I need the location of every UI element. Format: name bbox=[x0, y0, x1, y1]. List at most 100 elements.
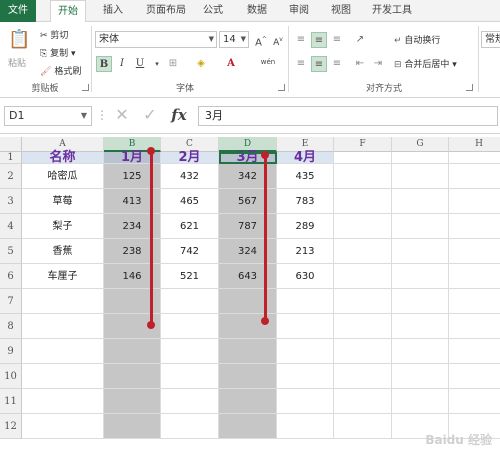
cell-e6[interactable]: 630 bbox=[277, 264, 334, 289]
font-launcher-icon[interactable] bbox=[278, 84, 285, 91]
cell-e4[interactable]: 289 bbox=[277, 214, 334, 239]
cell-e3[interactable]: 783 bbox=[277, 189, 334, 214]
cell-f3[interactable] bbox=[334, 189, 392, 214]
format-painter-button[interactable]: 🖌 格式刷 bbox=[40, 64, 81, 77]
cell-h4[interactable] bbox=[449, 214, 500, 239]
cell-c11[interactable] bbox=[161, 389, 219, 414]
align-top-icon[interactable]: ≡ bbox=[293, 32, 309, 48]
cell-a3[interactable]: 草莓 bbox=[22, 189, 104, 214]
number-format-select[interactable]: 常规 bbox=[481, 31, 500, 48]
cell-e12[interactable] bbox=[277, 414, 334, 439]
cell-f1[interactable] bbox=[334, 152, 392, 164]
cell-f11[interactable] bbox=[334, 389, 392, 414]
cell-e11[interactable] bbox=[277, 389, 334, 414]
cell-g10[interactable] bbox=[392, 364, 449, 389]
formula-input[interactable]: 3月 bbox=[198, 106, 498, 126]
italic-button[interactable]: I bbox=[114, 56, 130, 72]
cell-e2[interactable]: 435 bbox=[277, 164, 334, 189]
tab-home[interactable]: 开始 bbox=[50, 0, 86, 23]
cell-a8[interactable] bbox=[22, 314, 104, 339]
tab-view[interactable]: 视图 bbox=[324, 0, 358, 22]
increase-indent-icon[interactable]: ⇥ bbox=[370, 56, 386, 72]
font-size-select[interactable]: 14 ▼ bbox=[219, 31, 249, 48]
cell-g4[interactable] bbox=[392, 214, 449, 239]
cell-f5[interactable] bbox=[334, 239, 392, 264]
enter-icon[interactable]: ✓ bbox=[138, 104, 162, 126]
cell-a10[interactable] bbox=[22, 364, 104, 389]
cell-h7[interactable] bbox=[449, 289, 500, 314]
wrap-text-button[interactable]: ↵ 自动换行 bbox=[394, 33, 440, 46]
cell-e1[interactable]: 4月 bbox=[277, 151, 334, 164]
cell-g6[interactable] bbox=[392, 264, 449, 289]
paste-icon[interactable]: 📋 bbox=[8, 28, 30, 52]
cell-d3[interactable]: 567 bbox=[219, 189, 277, 214]
row-header-12[interactable]: 12 bbox=[0, 414, 22, 439]
row-header-11[interactable]: 11 bbox=[0, 389, 22, 414]
cell-h11[interactable] bbox=[449, 389, 500, 414]
cell-c6[interactable]: 521 bbox=[161, 264, 219, 289]
row-header-4[interactable]: 4 bbox=[0, 214, 22, 239]
tab-developer[interactable]: 开发工具 bbox=[366, 0, 418, 22]
grow-font-icon[interactable]: A^ bbox=[253, 32, 269, 48]
cell-h9[interactable] bbox=[449, 339, 500, 364]
cell-a12[interactable] bbox=[22, 414, 104, 439]
row-header-5[interactable]: 5 bbox=[0, 239, 22, 264]
worksheet-grid[interactable]: ABCDEFGH 1 2 3 4 5 6 7 8 9 10 11 12 名称 1月 2月 3月 4月 哈密瓜 12… bbox=[0, 137, 500, 454]
cell-f4[interactable] bbox=[334, 214, 392, 239]
cell-f9[interactable] bbox=[334, 339, 392, 364]
cell-c1[interactable]: 2月 bbox=[161, 151, 219, 164]
cancel-icon[interactable]: ✕ bbox=[110, 104, 134, 126]
cell-g7[interactable] bbox=[392, 289, 449, 314]
column-header-f[interactable]: F bbox=[334, 137, 392, 152]
cell-a9[interactable] bbox=[22, 339, 104, 364]
cell-a6[interactable]: 车厘子 bbox=[22, 264, 104, 289]
tab-formulas[interactable]: 公式 bbox=[196, 0, 230, 22]
cell-f6[interactable] bbox=[334, 264, 392, 289]
cell-f10[interactable] bbox=[334, 364, 392, 389]
cell-a7[interactable] bbox=[22, 289, 104, 314]
cell-c9[interactable] bbox=[161, 339, 219, 364]
tab-review[interactable]: 审阅 bbox=[282, 0, 316, 22]
cell-c2[interactable]: 432 bbox=[161, 164, 219, 189]
cell-g2[interactable] bbox=[392, 164, 449, 189]
row-header-10[interactable]: 10 bbox=[0, 364, 22, 389]
cell-b12[interactable] bbox=[104, 414, 161, 439]
cell-e8[interactable] bbox=[277, 314, 334, 339]
cell-d9[interactable] bbox=[219, 339, 277, 364]
font-name-select[interactable]: 宋体 ▼ bbox=[95, 31, 217, 48]
cell-h8[interactable] bbox=[449, 314, 500, 339]
cell-d7[interactable] bbox=[219, 289, 277, 314]
phonetic-button[interactable]: wén bbox=[257, 54, 279, 70]
cell-d5[interactable]: 324 bbox=[219, 239, 277, 264]
cell-b10[interactable] bbox=[104, 364, 161, 389]
tab-page-layout[interactable]: 页面布局 bbox=[138, 0, 194, 22]
shrink-font-icon[interactable]: Av bbox=[270, 32, 286, 48]
cell-f12[interactable] bbox=[334, 414, 392, 439]
cell-a4[interactable]: 梨子 bbox=[22, 214, 104, 239]
align-center-icon[interactable]: ≡ bbox=[311, 56, 327, 72]
cell-d10[interactable] bbox=[219, 364, 277, 389]
cell-d6[interactable]: 643 bbox=[219, 264, 277, 289]
cell-c4[interactable]: 621 bbox=[161, 214, 219, 239]
cell-g8[interactable] bbox=[392, 314, 449, 339]
insert-function-button[interactable]: fx bbox=[166, 104, 192, 126]
row-header-2[interactable]: 2 bbox=[0, 164, 22, 189]
align-launcher-icon[interactable] bbox=[466, 84, 473, 91]
cell-f7[interactable] bbox=[334, 289, 392, 314]
decrease-indent-icon[interactable]: ⇤ bbox=[352, 56, 368, 72]
row-header-3[interactable]: 3 bbox=[0, 189, 22, 214]
merge-center-button[interactable]: ⊟ 合并后居中 ▾ bbox=[394, 57, 457, 70]
tab-insert[interactable]: 插入 bbox=[96, 0, 130, 22]
cell-d11[interactable] bbox=[219, 389, 277, 414]
cell-c7[interactable] bbox=[161, 289, 219, 314]
cell-a11[interactable] bbox=[22, 389, 104, 414]
resize-handle-icon[interactable]: ⋮ bbox=[96, 104, 108, 126]
cell-c10[interactable] bbox=[161, 364, 219, 389]
cell-g1[interactable] bbox=[392, 152, 449, 164]
row-header-1[interactable]: 1 bbox=[0, 152, 22, 164]
row-header-8[interactable]: 8 bbox=[0, 314, 22, 339]
cell-h3[interactable] bbox=[449, 189, 500, 214]
name-box[interactable]: D1 ▼ bbox=[4, 106, 92, 126]
cell-d12[interactable] bbox=[219, 414, 277, 439]
align-right-icon[interactable]: ≡ bbox=[329, 56, 345, 72]
